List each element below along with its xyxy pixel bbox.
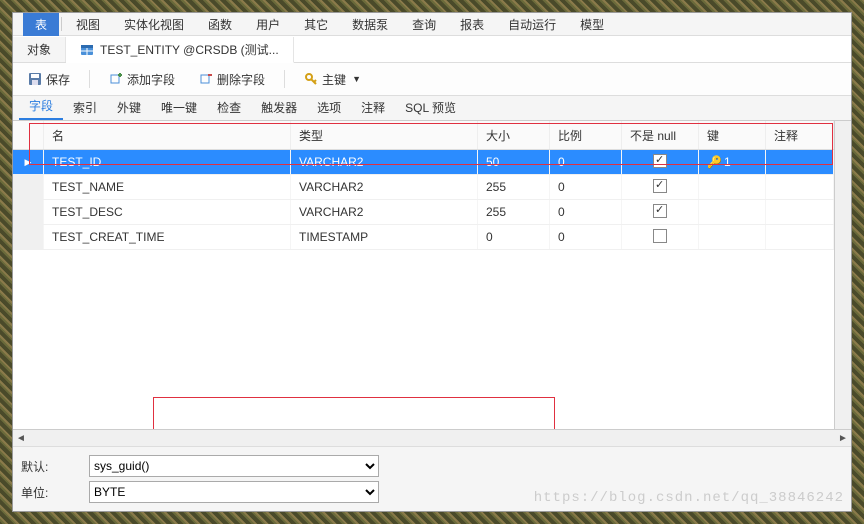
key-icon xyxy=(304,72,318,87)
primary-key-button[interactable]: 主键 ▼ xyxy=(295,67,370,92)
notnull-checkbox[interactable] xyxy=(653,179,667,193)
tab-entity[interactable]: TEST_ENTITY @CRSDB (测试... xyxy=(66,37,294,63)
table-row[interactable]: TEST_CREAT_TIMETIMESTAMP00 xyxy=(13,225,834,250)
col-scale-header[interactable]: 比例 xyxy=(550,121,622,150)
key-icon: 🔑 xyxy=(707,155,722,169)
col-size-header[interactable]: 大小 xyxy=(478,121,550,150)
subtab-check[interactable]: 检查 xyxy=(207,95,251,120)
cell-type[interactable]: VARCHAR2 xyxy=(291,175,478,200)
subtab-index[interactable]: 索引 xyxy=(63,95,107,120)
menuitem-user[interactable]: 用户 xyxy=(244,13,292,36)
default-label: 默认: xyxy=(21,458,81,475)
cell-size[interactable]: 0 xyxy=(478,225,550,250)
menuitem-function[interactable]: 函数 xyxy=(196,13,244,36)
subtab-fk[interactable]: 外键 xyxy=(107,95,151,120)
col-notnull-header[interactable]: 不是 null xyxy=(622,121,699,150)
cell-scale[interactable]: 0 xyxy=(550,175,622,200)
columns-table: 名 类型 大小 比例 不是 null 键 注释 ▶TEST_IDVARCHAR2… xyxy=(13,121,834,250)
subtab-options[interactable]: 选项 xyxy=(307,95,351,120)
cell-notnull[interactable] xyxy=(622,225,699,250)
cell-comment[interactable] xyxy=(766,200,834,225)
menuitem-matview[interactable]: 实体化视图 xyxy=(112,13,196,36)
field-properties-panel: 默认: sys_guid() 单位: BYTE xyxy=(13,446,851,511)
cell-size[interactable]: 255 xyxy=(478,200,550,225)
subtab-sql[interactable]: SQL 预览 xyxy=(395,95,466,120)
menuitem-query[interactable]: 查询 xyxy=(400,13,448,36)
cell-notnull[interactable] xyxy=(622,200,699,225)
action-toolbar: 保存 添加字段 删除字段 主键 ▼ xyxy=(13,63,851,96)
notnull-checkbox[interactable] xyxy=(653,154,667,168)
menuitem-view[interactable]: 视图 xyxy=(64,13,112,36)
unit-label: 单位: xyxy=(21,484,81,501)
save-button[interactable]: 保存 xyxy=(19,67,79,92)
subtab-fields[interactable]: 字段 xyxy=(19,93,63,120)
cell-name[interactable]: TEST_NAME xyxy=(44,175,291,200)
menuitem-other[interactable]: 其它 xyxy=(292,13,340,36)
cell-size[interactable]: 50 xyxy=(478,150,550,175)
col-name-header[interactable]: 名 xyxy=(44,121,291,150)
top-menubar: 表 视图 实体化视图 函数 用户 其它 数据泵 查询 报表 自动运行 模型 xyxy=(13,13,851,36)
subtab-comment[interactable]: 注释 xyxy=(351,95,395,120)
cell-notnull[interactable] xyxy=(622,150,699,175)
delete-field-button[interactable]: 删除字段 xyxy=(190,67,274,92)
cell-name[interactable]: TEST_CREAT_TIME xyxy=(44,225,291,250)
cell-type[interactable]: VARCHAR2 xyxy=(291,150,478,175)
cell-key[interactable] xyxy=(699,175,766,200)
default-select[interactable]: sys_guid() xyxy=(89,455,379,477)
cell-scale[interactable]: 0 xyxy=(550,200,622,225)
cell-key[interactable]: 🔑1 xyxy=(699,150,766,175)
cell-scale[interactable]: 0 xyxy=(550,225,622,250)
col-comment-header[interactable]: 注释 xyxy=(766,121,834,150)
unit-select[interactable]: BYTE xyxy=(89,481,379,503)
menuitem-datapump[interactable]: 数据泵 xyxy=(340,13,400,36)
horizontal-scrollbar[interactable]: ◄ ► xyxy=(13,429,851,446)
add-icon xyxy=(109,72,123,87)
cell-type[interactable]: TIMESTAMP xyxy=(291,225,478,250)
columns-grid-area: 名 类型 大小 比例 不是 null 键 注释 ▶TEST_IDVARCHAR2… xyxy=(13,121,851,429)
subtab-unique[interactable]: 唯一键 xyxy=(151,95,207,120)
cell-type[interactable]: VARCHAR2 xyxy=(291,200,478,225)
notnull-checkbox[interactable] xyxy=(653,229,667,243)
app-window: 表 视图 实体化视图 函数 用户 其它 数据泵 查询 报表 自动运行 模型 对象… xyxy=(12,12,852,512)
cell-key[interactable] xyxy=(699,225,766,250)
cell-comment[interactable] xyxy=(766,150,834,175)
cell-comment[interactable] xyxy=(766,225,834,250)
cell-notnull[interactable] xyxy=(622,175,699,200)
add-field-button[interactable]: 添加字段 xyxy=(100,67,184,92)
notnull-checkbox[interactable] xyxy=(653,204,667,218)
menuitem-table[interactable]: 表 xyxy=(23,13,59,36)
table-row[interactable]: TEST_NAMEVARCHAR22550 xyxy=(13,175,834,200)
table-row[interactable]: TEST_DESCVARCHAR22550 xyxy=(13,200,834,225)
save-icon xyxy=(28,72,42,87)
chevron-down-icon: ▼ xyxy=(352,74,361,84)
cell-name[interactable]: TEST_ID xyxy=(44,150,291,175)
menuitem-model[interactable]: 模型 xyxy=(568,13,616,36)
tab-objects[interactable]: 对象 xyxy=(13,37,66,62)
cell-scale[interactable]: 0 xyxy=(550,150,622,175)
col-type-header[interactable]: 类型 xyxy=(291,121,478,150)
vertical-scrollbar[interactable] xyxy=(834,121,851,429)
subtab-trigger[interactable]: 触发器 xyxy=(251,95,307,120)
properties-tabs: 字段 索引 外键 唯一键 检查 触发器 选项 注释 SQL 预览 xyxy=(13,96,851,121)
table-icon xyxy=(80,42,94,56)
menuitem-auto[interactable]: 自动运行 xyxy=(496,13,568,36)
scroll-left-arrow[interactable]: ◄ xyxy=(13,433,29,444)
document-tabs: 对象 TEST_ENTITY @CRSDB (测试... xyxy=(13,36,851,63)
delete-icon xyxy=(199,72,213,87)
scroll-right-arrow[interactable]: ► xyxy=(835,433,851,444)
cell-name[interactable]: TEST_DESC xyxy=(44,200,291,225)
cell-size[interactable]: 255 xyxy=(478,175,550,200)
cell-key[interactable] xyxy=(699,200,766,225)
col-key-header[interactable]: 键 xyxy=(699,121,766,150)
cell-comment[interactable] xyxy=(766,175,834,200)
table-row[interactable]: ▶TEST_IDVARCHAR2500🔑1 xyxy=(13,150,834,175)
menuitem-report[interactable]: 报表 xyxy=(448,13,496,36)
